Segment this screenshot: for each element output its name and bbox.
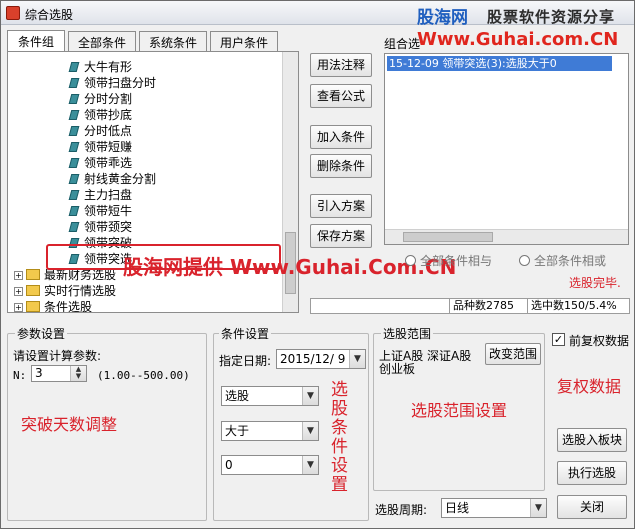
folder-icon — [26, 285, 40, 296]
adjust-annotation: 复权数据 — [557, 377, 622, 396]
chevron-down-icon[interactable]: ▼ — [302, 422, 318, 440]
tab-all-conditions[interactable]: 全部条件 — [68, 31, 136, 51]
execute-screen-button[interactable]: 执行选股 — [557, 461, 627, 485]
date-picker[interactable]: 2015/12/ 9 ▼ — [276, 349, 366, 369]
scope-group-label: 选股范围 — [381, 325, 434, 342]
formula-icon — [68, 190, 80, 200]
app-icon — [6, 6, 20, 20]
folder-icon — [26, 269, 40, 280]
formula-icon — [68, 94, 80, 104]
param-n-input[interactable]: 3 ▲ ▼ — [31, 365, 87, 382]
close-button[interactable]: 关闭 — [557, 495, 627, 519]
param-range: (1.00--500.00) — [97, 369, 190, 382]
period-select[interactable]: 日线 ▼ — [441, 498, 547, 518]
tree-folder[interactable]: + 条件选股 — [14, 298, 92, 312]
radio-all-and[interactable]: 全部条件相与 — [405, 252, 492, 269]
formula-icon — [68, 62, 80, 72]
tree-leaf[interactable]: 领带抄底 — [68, 106, 132, 122]
scope-annotation: 选股范围设置 — [411, 401, 508, 420]
chevron-down-icon[interactable]: ▼ — [302, 456, 318, 474]
combo-label: 组合选 — [384, 37, 421, 51]
radio-all-or[interactable]: 全部条件相或 — [519, 252, 606, 269]
tree-folder[interactable]: + 实时行情选股 — [14, 282, 116, 298]
view-formula-button[interactable]: 查看公式 — [310, 84, 372, 108]
formula-icon — [68, 142, 80, 152]
save-plan-button[interactable]: 保存方案 — [310, 224, 372, 248]
window-title: 综合选股 — [25, 8, 74, 22]
formula-icon — [68, 158, 80, 168]
condition-annotation: 选股条件设置 — [331, 380, 348, 495]
chevron-down-icon[interactable]: ▼ — [302, 387, 318, 405]
chevron-down-icon[interactable]: ▼ — [530, 499, 546, 517]
expand-icon[interactable]: + — [14, 287, 23, 296]
save-to-block-button[interactable]: 选股入板块 — [557, 428, 627, 452]
usage-notes-button[interactable]: 用法注释 — [310, 53, 372, 77]
tree-leaf[interactable]: 领带短赚 — [68, 138, 132, 154]
formula-icon — [68, 206, 80, 216]
list-scroll-thumb[interactable] — [403, 232, 493, 242]
tree-leaf[interactable]: 领带颈突 — [68, 218, 132, 234]
watermark-brand: 股海网 — [417, 8, 468, 28]
chevron-down-icon[interactable]: ▼ — [349, 350, 365, 368]
tree-leaf[interactable]: 分时分割 — [68, 90, 132, 106]
radio-dot — [405, 255, 416, 266]
watermark-tagline: 股票软件资源分享 — [487, 8, 616, 26]
param-group-label: 参数设置 — [15, 325, 68, 342]
period-label: 选股周期: — [375, 503, 428, 517]
value-select[interactable]: 0 ▼ — [221, 455, 319, 475]
watermark-url: Www.Guhai.com.CN — [417, 29, 619, 50]
forward-adjust-label: 前复权数据 — [569, 334, 630, 348]
title-bar: 综合选股 股海网 股票软件资源分享 — [1, 1, 634, 28]
change-range-button[interactable]: 改变范围 — [485, 343, 541, 365]
tab-system-conditions[interactable]: 系统条件 — [139, 31, 207, 51]
import-plan-button[interactable]: 引入方案 — [310, 194, 372, 218]
formula-icon — [68, 126, 80, 136]
mode-select[interactable]: 选股 ▼ — [221, 386, 319, 406]
expand-icon[interactable]: + — [14, 271, 23, 280]
combo-condition-list[interactable]: 15-12-09 领带突选(3):选股大于0 — [384, 53, 629, 245]
param-n-label: N: — [13, 369, 27, 382]
expand-icon[interactable]: + — [14, 303, 23, 312]
tree-leaf[interactable]: 射线黄金分割 — [68, 170, 156, 186]
stock-count: 品种数2785 — [449, 298, 527, 314]
status-done: 选股完毕. — [569, 276, 621, 290]
formula-icon — [68, 222, 80, 232]
date-label: 指定日期: — [219, 354, 272, 368]
stock-screener-window: 综合选股 股海网 股票软件资源分享 Www.Guhai.com.CN 条件组 全… — [0, 0, 635, 529]
folder-icon — [26, 301, 40, 312]
condition-group-label: 条件设置 — [219, 325, 272, 342]
param-prompt: 请设置计算参数: — [13, 349, 102, 363]
selected-count: 选中数150/5.4% — [527, 298, 630, 314]
delete-condition-button[interactable]: 删除条件 — [310, 154, 372, 178]
tree-leaf[interactable]: 领带扫盘分时 — [68, 74, 156, 90]
forward-adjust-checkbox[interactable]: ✓ — [552, 333, 565, 346]
formula-icon — [68, 110, 80, 120]
tab-condition-group[interactable]: 条件组 — [7, 30, 65, 52]
tree-leaf[interactable]: 领带短牛 — [68, 202, 132, 218]
operator-select[interactable]: 大于 ▼ — [221, 421, 319, 441]
tree-leaf[interactable]: 分时低点 — [68, 122, 132, 138]
tree-leaf[interactable]: 大牛有形 — [68, 58, 132, 74]
spinner-icon[interactable]: ▲ ▼ — [70, 366, 86, 381]
formula-icon — [68, 174, 80, 184]
list-item[interactable]: 15-12-09 领带突选(3):选股大于0 — [387, 56, 612, 71]
radio-dot — [519, 255, 530, 266]
tree-leaf[interactable]: 主力扫盘 — [68, 186, 132, 202]
add-condition-button[interactable]: 加入条件 — [310, 125, 372, 149]
scope-line2: 创业板 — [379, 362, 416, 376]
formula-icon — [68, 78, 80, 88]
list-hscrollbar[interactable] — [385, 229, 628, 244]
tab-user-conditions[interactable]: 用户条件 — [210, 31, 278, 51]
tree-leaf[interactable]: 领带乖选 — [68, 154, 132, 170]
param-annotation: 突破天数调整 — [21, 415, 118, 434]
